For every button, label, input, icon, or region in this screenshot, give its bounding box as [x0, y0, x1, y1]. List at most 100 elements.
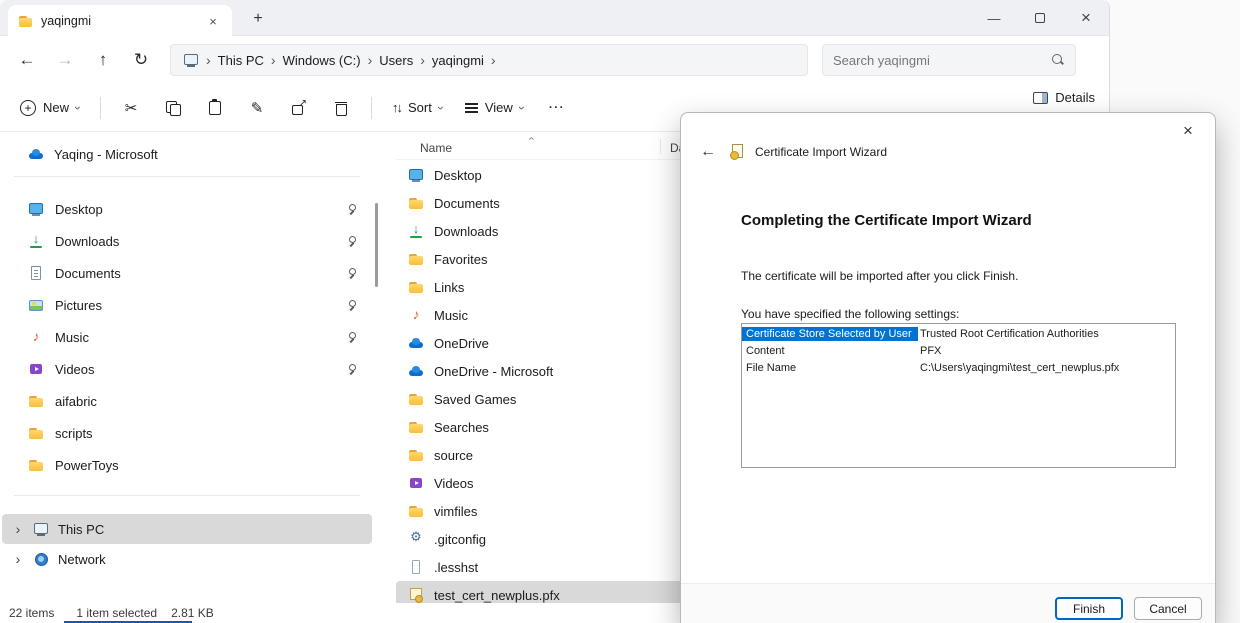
sidebar-item-icon — [28, 297, 44, 313]
onedrive-cloud-icon — [28, 146, 44, 162]
breadcrumb-item[interactable]: yaqingmi › — [432, 53, 496, 68]
file-icon — [408, 307, 424, 323]
back-button[interactable]: ← — [8, 42, 46, 78]
sidebar-item-label: Documents — [55, 266, 335, 281]
wizard-body-text: The certificate will be imported after y… — [741, 269, 1018, 283]
sidebar-item[interactable]: aifabric — [4, 385, 370, 417]
finish-button[interactable]: Finish — [1055, 597, 1123, 620]
certificate-wizard-icon — [730, 144, 746, 160]
details-pane-icon — [1033, 92, 1048, 104]
refresh-button[interactable]: ↻ — [122, 42, 160, 78]
setting-row[interactable]: Content PFX — [742, 342, 1175, 359]
search-input[interactable] — [833, 53, 1051, 68]
breadcrumb-label: Users — [379, 53, 413, 68]
sidebar-item-label: Music — [55, 330, 335, 345]
sidebar-item[interactable]: scripts — [4, 417, 370, 449]
wizard-title: Certificate Import Wizard — [755, 145, 887, 159]
chevron-down-icon: › — [435, 106, 447, 110]
share-button[interactable] — [279, 90, 319, 126]
delete-button[interactable] — [321, 90, 361, 126]
pin-icon — [346, 331, 358, 344]
sidebar-item-label: PowerToys — [55, 458, 370, 473]
sidebar-divider — [14, 176, 360, 177]
sidebar-item[interactable]: Desktop — [4, 193, 370, 225]
chevron-right-icon: › — [420, 53, 425, 67]
cut-button[interactable]: ✂ — [111, 90, 151, 126]
forward-button[interactable]: → — [46, 42, 84, 78]
more-options-button[interactable]: … — [536, 90, 576, 126]
pin-icon — [346, 235, 358, 248]
breadcrumb-item[interactable]: This PC › — [218, 53, 276, 68]
view-button[interactable]: View › — [455, 90, 534, 126]
sidebar-scrollbar[interactable] — [375, 203, 378, 287]
file-icon — [408, 503, 424, 519]
tab-strip: yaqingmi × + — × — [0, 0, 1109, 36]
search-box[interactable] — [822, 44, 1076, 76]
copy-button[interactable] — [153, 90, 193, 126]
breadcrumb-item[interactable]: Windows (C:) › — [283, 53, 373, 68]
chevron-right-icon[interactable]: › — [12, 552, 24, 566]
sidebar-item-icon — [28, 329, 44, 345]
chevron-right-icon: › — [206, 53, 211, 67]
new-button[interactable]: + New › — [10, 90, 90, 126]
paste-button[interactable] — [195, 90, 235, 126]
file-name: Downloads — [434, 224, 646, 239]
file-icon — [408, 447, 424, 463]
file-icon — [408, 531, 424, 547]
sidebar-item[interactable]: Videos — [4, 353, 370, 385]
cancel-button[interactable]: Cancel — [1134, 597, 1202, 620]
minimize-button[interactable]: — — [971, 0, 1017, 36]
selection-status: 1 item selected — [76, 606, 157, 620]
tab-close-icon[interactable]: × — [204, 12, 222, 30]
setting-row[interactable]: Certificate Store Selected by User Trust… — [742, 325, 1175, 342]
sidebar-item[interactable]: Documents — [4, 257, 370, 289]
sort-button[interactable]: ↑↓ Sort › — [382, 90, 453, 126]
wizard-header: ← Certificate Import Wizard — [695, 141, 887, 163]
column-divider[interactable] — [660, 139, 661, 154]
setting-value: Trusted Root Certification Authorities — [918, 327, 1101, 341]
this-pc-icon — [183, 52, 199, 68]
new-tab-button[interactable]: + — [246, 7, 270, 31]
sidebar-item[interactable]: Downloads — [4, 225, 370, 257]
cut-icon: ✂ — [125, 99, 138, 117]
setting-row[interactable]: File Name C:\Users\yaqingmi\test_cert_ne… — [742, 359, 1175, 376]
wizard-back-button[interactable]: ← — [695, 141, 721, 163]
column-header-name[interactable]: Name — [420, 141, 452, 155]
view-label: View — [485, 100, 513, 115]
file-name: Searches — [434, 420, 646, 435]
chevron-down-icon: › — [72, 106, 84, 110]
close-button[interactable]: × — [1063, 0, 1109, 36]
sidebar-item-icon — [28, 233, 44, 249]
sidebar-item-label: aifabric — [55, 394, 370, 409]
breadcrumb-item[interactable]: Users › — [379, 53, 425, 68]
sidebar-item[interactable]: Music — [4, 321, 370, 353]
window-controls: — × — [971, 0, 1109, 36]
sidebar-tree-item[interactable]: › Network — [2, 544, 372, 574]
sidebar-item-onedrive[interactable]: Yaqing - Microsoft — [4, 138, 370, 170]
settings-listbox[interactable]: Certificate Store Selected by User Trust… — [741, 323, 1176, 468]
file-icon — [408, 335, 424, 351]
tree-item-label: Network — [58, 552, 106, 567]
rename-button[interactable]: ✎ — [237, 90, 277, 126]
pin-icon — [346, 363, 358, 376]
sidebar-item-label: scripts — [55, 426, 370, 441]
address-bar[interactable]: › This PC › Windows (C:) › — [170, 44, 808, 76]
file-icon — [408, 251, 424, 267]
details-label: Details — [1055, 90, 1095, 105]
file-icon — [408, 419, 424, 435]
breadcrumb-label: yaqingmi — [432, 53, 484, 68]
up-button[interactable]: ↑ — [84, 42, 122, 78]
explorer-tab[interactable]: yaqingmi × — [8, 5, 232, 37]
dialog-close-button[interactable]: × — [1175, 119, 1201, 143]
maximize-icon — [1035, 13, 1045, 23]
sidebar-item[interactable]: PowerToys — [4, 449, 370, 481]
sidebar-tree-item[interactable]: › This PC — [2, 514, 372, 544]
chevron-right-icon[interactable]: › — [12, 522, 24, 536]
chevron-right-icon: › — [271, 53, 276, 67]
file-name: OneDrive — [434, 336, 646, 351]
maximize-button[interactable] — [1017, 0, 1063, 36]
file-icon — [408, 363, 424, 379]
sidebar-item[interactable]: Pictures — [4, 289, 370, 321]
details-button[interactable]: Details — [1033, 90, 1095, 105]
tree-item-label: This PC — [58, 522, 104, 537]
